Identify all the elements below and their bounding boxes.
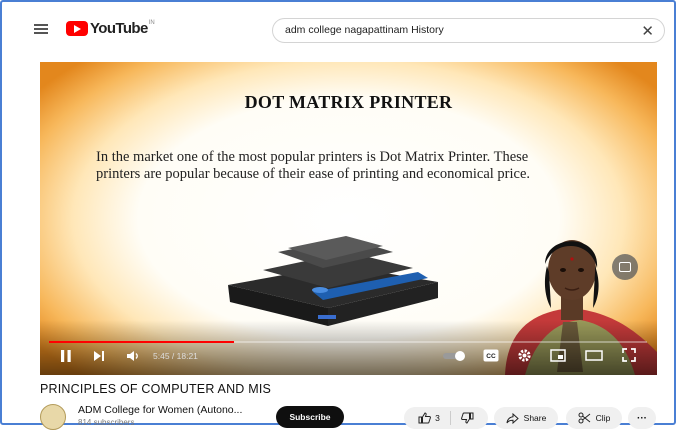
captions-label: CC bbox=[486, 353, 496, 360]
clip-icon bbox=[578, 412, 590, 424]
pause-icon[interactable] bbox=[60, 349, 72, 363]
progress-bar-fill bbox=[49, 341, 235, 343]
logo-text: YouTube bbox=[90, 20, 148, 37]
divider bbox=[449, 411, 451, 425]
share-button[interactable]: Share bbox=[494, 407, 558, 429]
clip-button[interactable]: Clip bbox=[566, 407, 622, 429]
subscriber-count: 814 subscribers bbox=[78, 418, 135, 427]
like-button[interactable]: 3 bbox=[418, 412, 450, 424]
next-icon[interactable] bbox=[93, 350, 105, 362]
like-count: 3 bbox=[435, 413, 440, 423]
logo-country-code: IN bbox=[148, 19, 155, 26]
video-player[interactable]: DOT MATRIX PRINTER In the market one of … bbox=[40, 62, 657, 375]
menu-icon[interactable] bbox=[34, 24, 48, 34]
like-dislike-group: 3 bbox=[404, 407, 488, 429]
clip-label: Clip bbox=[595, 413, 611, 423]
more-icon: ··· bbox=[637, 412, 647, 424]
autoplay-icon[interactable] bbox=[442, 350, 468, 362]
close-icon[interactable]: ✕ bbox=[641, 22, 654, 40]
captions-icon[interactable]: CC bbox=[483, 349, 499, 362]
avatar[interactable] bbox=[40, 404, 66, 430]
controls-gradient bbox=[40, 320, 657, 375]
video-title: PRINCIPLES OF COMPUTER AND MIS bbox=[40, 382, 272, 396]
miniplayer-icon[interactable] bbox=[550, 349, 566, 362]
dislike-icon[interactable] bbox=[460, 412, 474, 424]
search-input[interactable]: adm college nagapattinam History ✕ bbox=[272, 18, 665, 43]
fullscreen-icon[interactable] bbox=[622, 348, 636, 362]
time-display: 5:45 / 18:21 bbox=[153, 351, 198, 361]
pip-icon[interactable] bbox=[612, 254, 638, 280]
like-icon bbox=[418, 412, 432, 424]
slide-body-text: In the market one of the most popular pr… bbox=[96, 149, 531, 182]
theater-icon[interactable] bbox=[585, 350, 603, 361]
progress-bar[interactable] bbox=[49, 341, 647, 343]
settings-icon[interactable] bbox=[517, 348, 532, 363]
share-label: Share bbox=[523, 413, 547, 423]
slide-title: DOT MATRIX PRINTER bbox=[244, 92, 453, 112]
channel-name[interactable]: ADM College for Women (Autono... bbox=[78, 404, 242, 416]
volume-icon[interactable] bbox=[126, 350, 142, 362]
youtube-logo-icon bbox=[66, 21, 88, 36]
search-input-value[interactable]: adm college nagapattinam History bbox=[285, 24, 444, 36]
printer-image bbox=[228, 236, 438, 326]
more-button[interactable]: ··· bbox=[628, 407, 656, 429]
share-icon bbox=[506, 412, 519, 424]
top-bar: YouTube IN adm college nagapattinam Hist… bbox=[0, 0, 676, 50]
youtube-logo[interactable]: YouTube IN bbox=[66, 20, 155, 37]
